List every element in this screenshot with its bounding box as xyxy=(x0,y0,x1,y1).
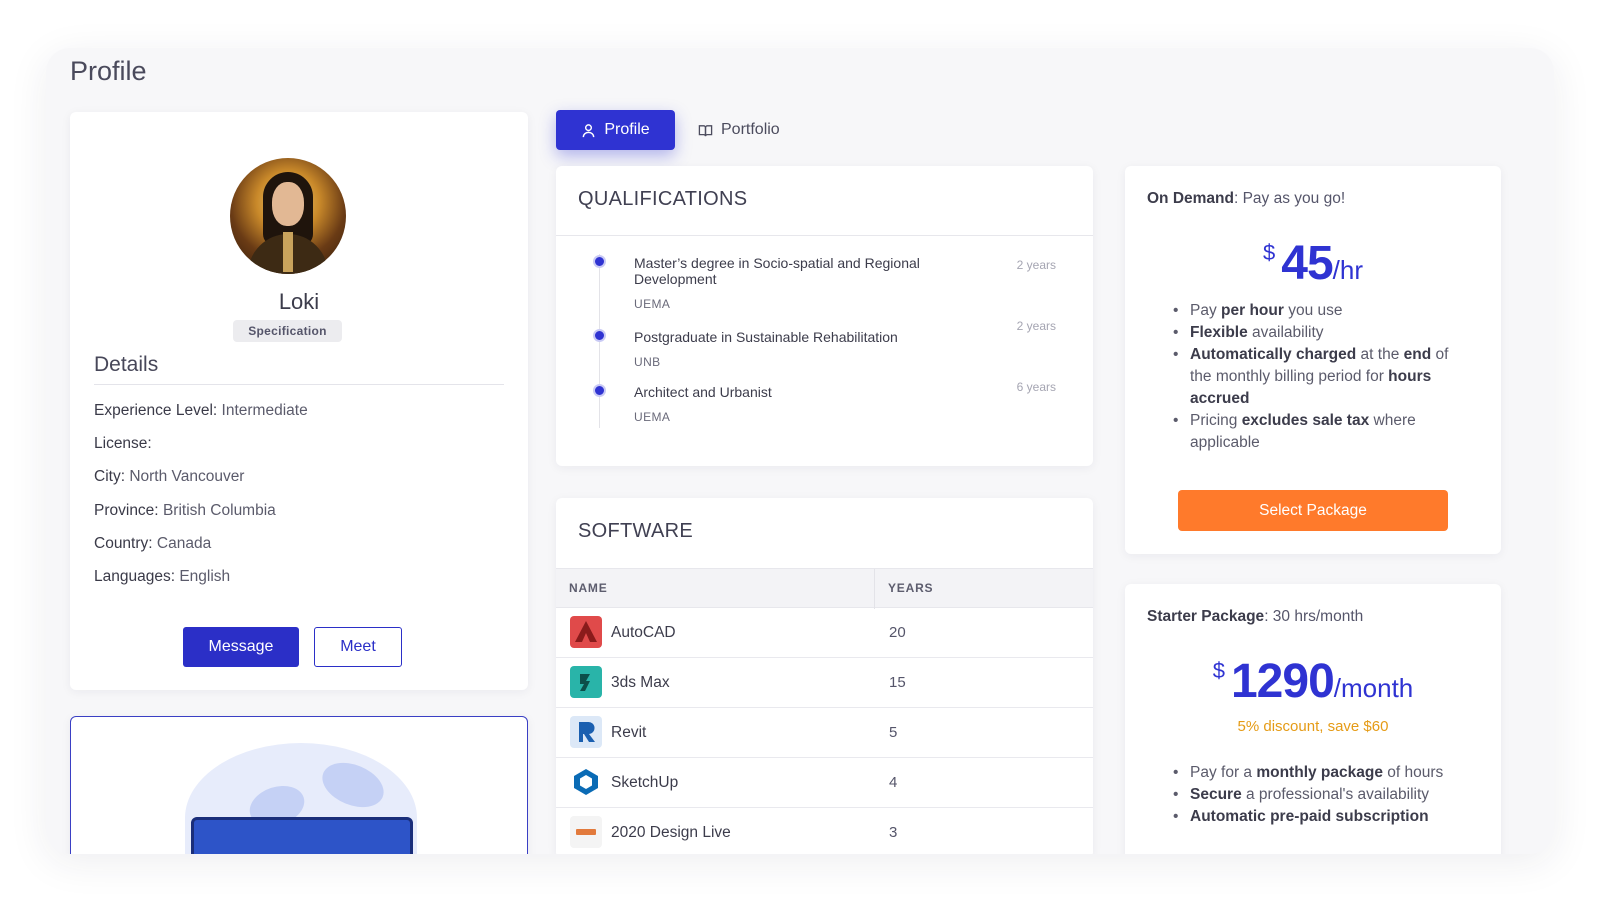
software-name: 2020 Design Live xyxy=(611,824,731,841)
timeline-dot xyxy=(593,384,606,397)
software-title: SOFTWARE xyxy=(578,520,693,542)
software-years: 3 xyxy=(889,824,898,841)
qualification-title: Master’s degree in Socio-spatial and Reg… xyxy=(634,255,920,287)
qualifications-divider xyxy=(556,235,1093,236)
qualification-institution: UNB xyxy=(634,355,661,369)
timeline-dot xyxy=(593,255,606,268)
sketchup-icon xyxy=(570,766,602,798)
column-header-name: NAME xyxy=(569,581,608,595)
table-row: 2020 Design Live 3 xyxy=(556,808,1093,854)
timeline-dot xyxy=(593,329,606,342)
meet-button[interactable]: Meet xyxy=(314,627,402,667)
software-years: 5 xyxy=(889,724,898,741)
page-title: Profile xyxy=(70,56,147,86)
detail-country: Country: Canada xyxy=(94,535,212,552)
specification-badge: Specification xyxy=(233,320,342,342)
plan-name: Starter Package: 30 hrs/month xyxy=(1147,608,1364,625)
details-divider xyxy=(94,384,504,385)
table-row: AutoCAD 20 xyxy=(556,608,1093,658)
software-card: SOFTWARE NAME YEARS AutoCAD 20 3ds Max 1… xyxy=(556,498,1093,854)
qualification-institution: UEMA xyxy=(634,410,671,424)
tab-portfolio[interactable]: Portfolio xyxy=(698,110,808,150)
qualifications-card: QUALIFICATIONS Master’s degree in Socio-… xyxy=(556,166,1093,466)
feature-item: Automatically charged at the end of the … xyxy=(1173,344,1473,410)
qualification-institution: UEMA xyxy=(634,297,671,311)
feature-item: Secure a professional's availability xyxy=(1173,784,1473,806)
software-name: 3ds Max xyxy=(611,674,670,691)
table-row: Revit 5 xyxy=(556,708,1093,758)
qualification-title: Architect and Urbanist xyxy=(634,384,772,400)
3dsmax-icon xyxy=(570,666,602,698)
qualification-duration: 6 years xyxy=(1016,380,1056,394)
plan-features: Pay per hour you use Flexible availabili… xyxy=(1173,300,1473,454)
table-row: SketchUp 4 xyxy=(556,758,1093,808)
feature-item: Automatic pre-paid subscription xyxy=(1173,806,1473,828)
plan-price: $1290/month xyxy=(1212,655,1414,708)
autocad-icon xyxy=(570,616,602,648)
discount-text: 5% discount, save $60 xyxy=(1237,718,1389,735)
detail-languages: Languages: English xyxy=(94,568,231,585)
starter-package-card: Starter Package: 30 hrs/month $1290/mont… xyxy=(1125,584,1501,854)
avatar xyxy=(230,158,346,274)
details-title: Details xyxy=(94,353,159,376)
software-years: 20 xyxy=(889,624,906,641)
plan-features: Pay for a monthly package of hours Secur… xyxy=(1173,762,1473,828)
feature-item: Pricing excludes sale tax where applicab… xyxy=(1173,410,1473,454)
feature-item: Flexible availability xyxy=(1173,322,1473,344)
feature-item: Pay per hour you use xyxy=(1173,300,1473,322)
laptop-illustration xyxy=(191,817,413,854)
tab-profile[interactable]: Profile xyxy=(556,110,675,150)
software-table-header: NAME YEARS xyxy=(556,568,1093,609)
software-years: 4 xyxy=(889,774,898,791)
column-header-years: YEARS xyxy=(888,581,934,595)
illustration-card xyxy=(70,716,528,854)
software-name: Revit xyxy=(611,724,647,741)
select-package-button[interactable]: Select Package xyxy=(1178,490,1448,531)
book-icon xyxy=(698,124,713,136)
plan-price: $45/hr xyxy=(1263,237,1363,290)
qualification-duration: 2 years xyxy=(1016,319,1056,333)
software-name: AutoCAD xyxy=(611,624,676,641)
profile-name: Loki xyxy=(278,289,320,314)
qualifications-title: QUALIFICATIONS xyxy=(578,188,748,210)
2020-design-icon xyxy=(570,816,602,848)
table-row: 3ds Max 15 xyxy=(556,658,1093,708)
detail-experience-level: Experience Level: Intermediate xyxy=(94,402,308,419)
detail-province: Province: British Columbia xyxy=(94,502,276,519)
software-years: 15 xyxy=(889,674,906,691)
profile-card: Loki Specification Details Experience Le… xyxy=(70,112,528,690)
detail-license: License: xyxy=(94,435,152,452)
on-demand-card: On Demand: Pay as you go! $45/hr Pay per… xyxy=(1125,166,1501,554)
plan-name: On Demand: Pay as you go! xyxy=(1147,190,1346,207)
app-frame: Profile Loki Specification Details Exper… xyxy=(46,48,1554,854)
feature-item: Pay for a monthly package of hours xyxy=(1173,762,1473,784)
detail-city: City: North Vancouver xyxy=(94,468,245,485)
qualification-duration: 2 years xyxy=(1016,258,1056,272)
user-icon xyxy=(582,123,595,137)
revit-icon xyxy=(570,716,602,748)
qualification-title: Postgraduate in Sustainable Rehabilitati… xyxy=(634,329,898,345)
message-button[interactable]: Message xyxy=(183,627,299,667)
software-name: SketchUp xyxy=(611,774,679,791)
